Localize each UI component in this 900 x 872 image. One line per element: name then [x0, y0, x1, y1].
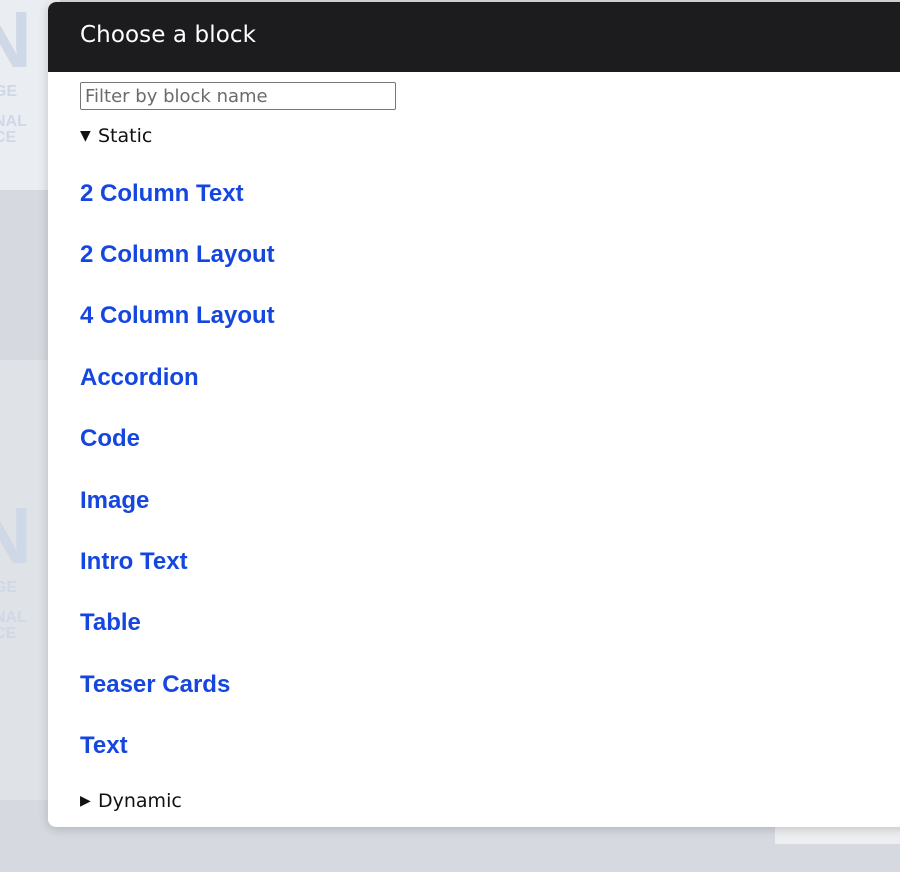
background-logo: N GE NAL CE [0, 496, 32, 642]
triangle-right-icon: ▶ [80, 793, 91, 809]
block-link-2-column-text[interactable]: 2 Column Text [80, 180, 244, 208]
triangle-down-icon: ▼ [80, 128, 91, 144]
block-link-teaser-cards[interactable]: Teaser Cards [80, 671, 230, 699]
block-link-2-column-layout[interactable]: 2 Column Layout [80, 241, 275, 269]
block-link-4-column-layout[interactable]: 4 Column Layout [80, 302, 275, 330]
choose-block-dialog: Choose a block ▼ Static 2 Column Text 2 … [48, 2, 900, 827]
block-link-intro-text[interactable]: Intro Text [80, 548, 188, 576]
group-label: Static [98, 125, 153, 147]
block-link-text[interactable]: Text [80, 732, 128, 760]
group-toggle-dynamic[interactable]: ▶ Dynamic [80, 790, 182, 812]
block-link-code[interactable]: Code [80, 425, 140, 453]
dialog-title: Choose a block [80, 22, 257, 48]
dialog-header: Choose a block [48, 2, 900, 72]
group-label: Dynamic [98, 790, 182, 812]
block-link-accordion[interactable]: Accordion [80, 364, 199, 392]
filter-input[interactable] [80, 82, 396, 110]
group-toggle-static[interactable]: ▼ Static [80, 125, 152, 147]
block-link-table[interactable]: Table [80, 609, 141, 637]
background-logo: N GE NAL CE [0, 0, 32, 146]
block-link-image[interactable]: Image [80, 487, 149, 515]
